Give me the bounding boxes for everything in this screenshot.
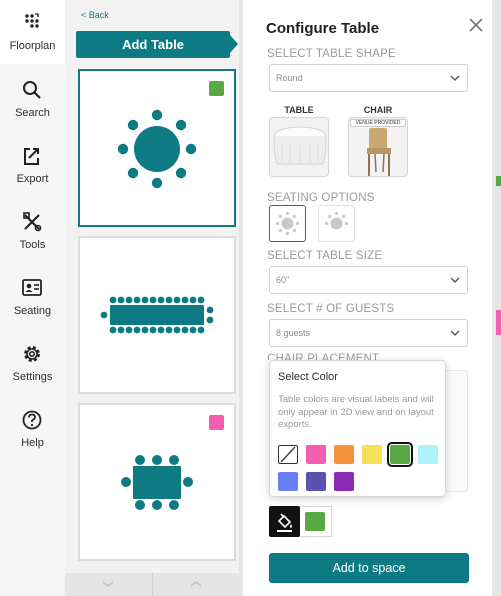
chair-placement-heading: CHAIR PLACEMENT bbox=[267, 353, 380, 360]
scroll-down-button[interactable] bbox=[65, 573, 152, 596]
tablecloth-image bbox=[273, 126, 327, 165]
chair-style-thumbnail[interactable]: VENUE PROVIDED bbox=[348, 117, 408, 177]
swatch-none[interactable] bbox=[278, 445, 298, 464]
swatch-orange[interactable] bbox=[334, 445, 354, 464]
nav-tools[interactable]: Tools bbox=[0, 199, 65, 263]
nav-floorplan[interactable]: Floorplan bbox=[0, 0, 65, 64]
table-thumb-label: TABLE bbox=[284, 105, 314, 115]
venue-provided-badge: VENUE PROVIDED bbox=[350, 119, 406, 127]
nav-settings[interactable]: Settings bbox=[0, 331, 65, 395]
swatch-yellow[interactable] bbox=[362, 445, 382, 464]
chevron-down-icon bbox=[450, 75, 460, 81]
edge-marker-green bbox=[496, 176, 501, 186]
seating-icon bbox=[22, 279, 42, 296]
guests-select[interactable]: 8 guests bbox=[269, 319, 468, 347]
nav-seating[interactable]: Seating bbox=[0, 265, 65, 329]
add-table-button[interactable]: Add Table bbox=[76, 31, 230, 58]
export-icon bbox=[24, 148, 39, 165]
table-size-select[interactable]: 60" bbox=[269, 266, 468, 294]
table-shape-heading: SELECT TABLE SHAPE bbox=[267, 48, 396, 60]
nav-export-label: Export bbox=[16, 173, 49, 185]
seating-options-heading: SEATING OPTIONS bbox=[267, 192, 375, 204]
back-link[interactable]: < Back bbox=[81, 10, 109, 20]
swatch-light-blue[interactable] bbox=[418, 445, 438, 464]
no-color-icon bbox=[280, 446, 296, 463]
swatch-purple[interactable] bbox=[334, 472, 354, 491]
guests-heading: SELECT # OF GUESTS bbox=[267, 303, 395, 315]
floorplan-icon bbox=[25, 13, 39, 28]
nav-floorplan-label: Floorplan bbox=[9, 40, 56, 52]
seating-option-round[interactable] bbox=[269, 205, 306, 242]
table-card-round[interactable] bbox=[78, 69, 236, 227]
scroll-up-button[interactable] bbox=[153, 573, 240, 596]
swatch-green[interactable] bbox=[387, 442, 413, 467]
chevron-down-icon bbox=[450, 277, 460, 283]
nav-help[interactable]: Help bbox=[0, 397, 65, 461]
seating-option-partial[interactable] bbox=[318, 205, 355, 242]
partial-seating-icon bbox=[324, 211, 349, 230]
popup-description: Table colors are visual labels and will … bbox=[278, 394, 434, 430]
table-color-tag-green bbox=[209, 81, 224, 96]
add-to-space-button[interactable]: Add to space bbox=[269, 553, 469, 583]
chevron-down-icon bbox=[450, 330, 460, 336]
nav-search-label: Search bbox=[15, 107, 50, 119]
edge-marker-pink bbox=[496, 310, 501, 335]
configure-table-panel: Configure Table SELECT TABLE SHAPE Round… bbox=[243, 0, 492, 596]
panel-title: Configure Table bbox=[266, 20, 380, 37]
nav-search[interactable]: Search bbox=[0, 67, 65, 131]
table-style-thumbnail[interactable] bbox=[269, 117, 329, 177]
table-card-rectangle[interactable] bbox=[78, 403, 236, 561]
table-card-banquet[interactable] bbox=[78, 236, 236, 394]
tools-icon bbox=[23, 212, 42, 232]
table-shape-value: Round bbox=[276, 73, 303, 83]
select-color-popup: Select Color Table colors are visual lab… bbox=[269, 360, 446, 497]
left-nav: Floorplan Search Export Tools Seating Se… bbox=[0, 0, 65, 596]
table-color-tag-pink bbox=[209, 415, 224, 430]
current-color-button[interactable] bbox=[300, 506, 332, 537]
chevron-up-icon bbox=[190, 581, 202, 587]
chevron-down-icon bbox=[102, 581, 114, 587]
table-size-value: 60" bbox=[276, 275, 290, 285]
table-shape-select[interactable]: Round bbox=[269, 64, 468, 92]
add-table-pointer bbox=[230, 35, 238, 53]
guests-value: 8 guests bbox=[276, 328, 311, 338]
swatch-blue[interactable] bbox=[278, 472, 298, 491]
nav-help-label: Help bbox=[21, 437, 44, 449]
table-list-panel: < Back Add Table bbox=[65, 0, 239, 596]
swatch-indigo[interactable] bbox=[306, 472, 326, 491]
gear-icon bbox=[24, 346, 40, 362]
help-icon bbox=[22, 410, 42, 430]
nav-tools-label: Tools bbox=[19, 239, 46, 251]
list-scroll-controls bbox=[65, 573, 239, 596]
round-seating-icon bbox=[275, 211, 300, 236]
popup-title: Select Color bbox=[278, 371, 338, 383]
chair-thumb-label: CHAIR bbox=[363, 105, 393, 115]
table-size-heading: SELECT TABLE SIZE bbox=[267, 250, 383, 262]
search-icon bbox=[23, 81, 41, 99]
paint-bucket-icon bbox=[277, 513, 292, 532]
nav-settings-label: Settings bbox=[12, 371, 53, 383]
close-icon[interactable] bbox=[468, 17, 484, 33]
fill-color-button[interactable] bbox=[269, 506, 300, 537]
nav-export[interactable]: Export bbox=[0, 133, 65, 197]
nav-seating-label: Seating bbox=[13, 305, 52, 317]
banquet-table-icon bbox=[100, 296, 214, 334]
swatch-pink[interactable] bbox=[306, 445, 326, 464]
current-color-swatch bbox=[305, 512, 325, 531]
